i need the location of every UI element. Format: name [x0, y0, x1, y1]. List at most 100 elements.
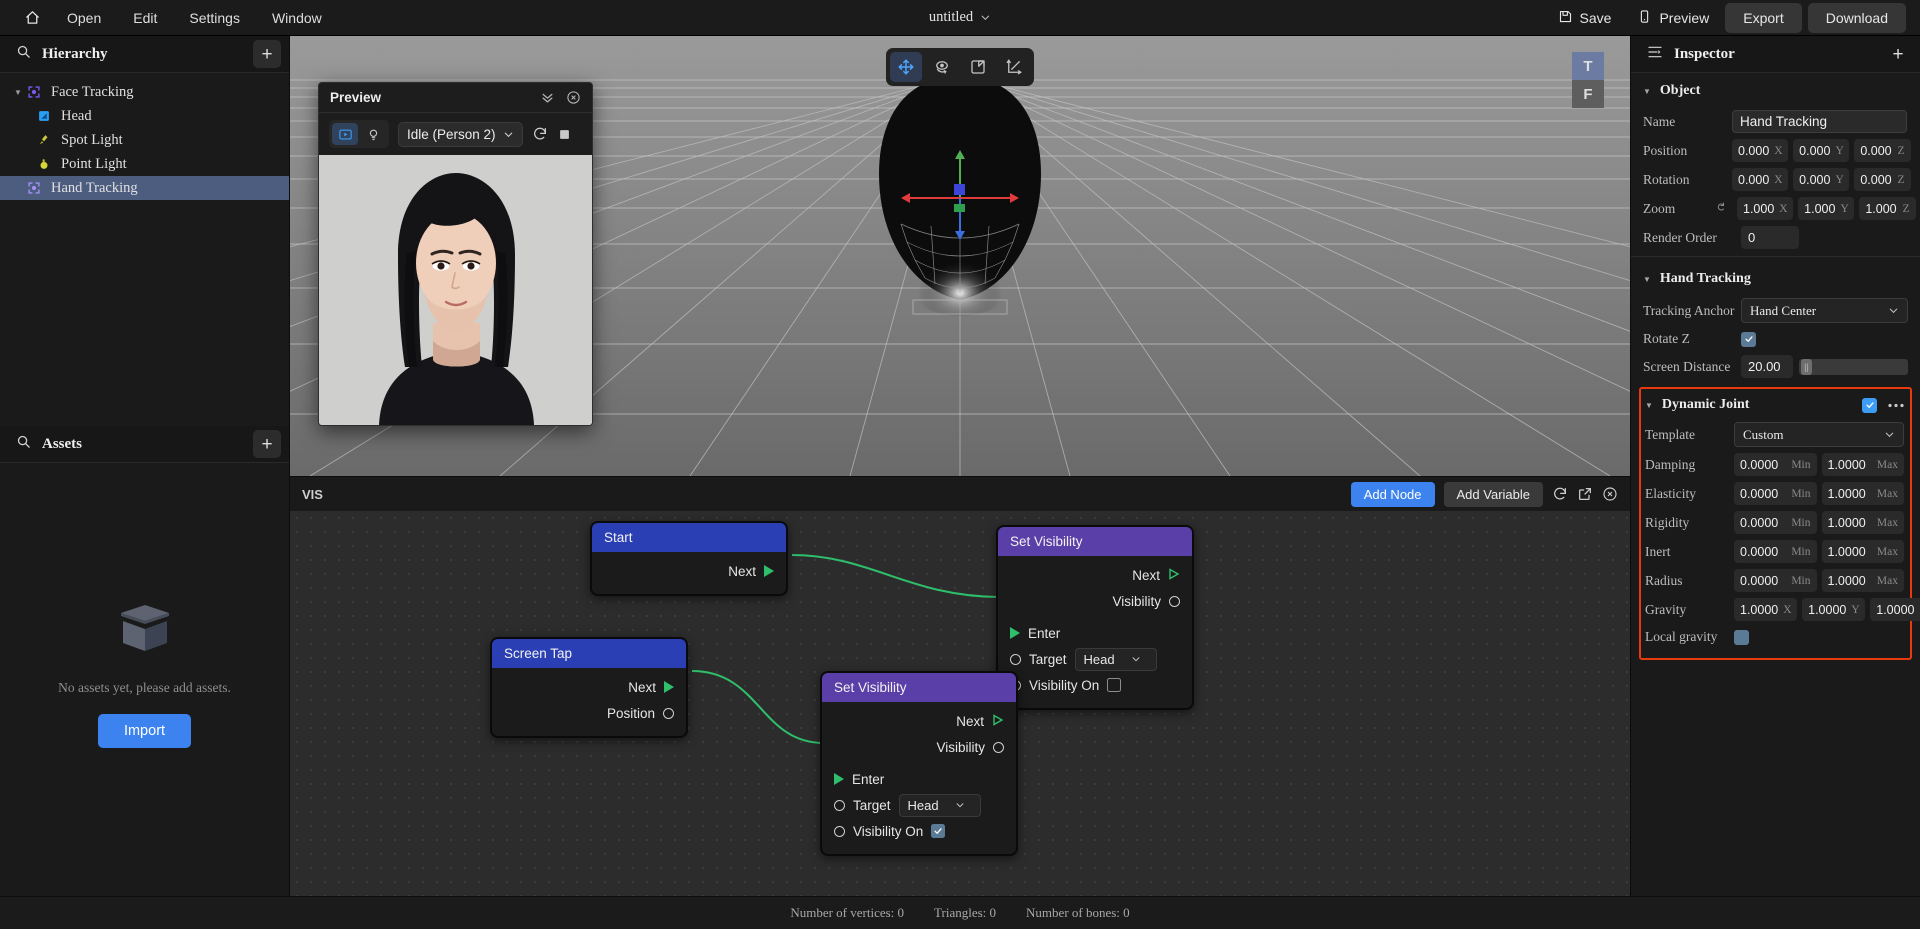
stop-icon[interactable]: [557, 127, 572, 142]
menu-open[interactable]: Open: [51, 4, 117, 32]
gravity-y-input[interactable]: 1.0000 Y: [1802, 598, 1866, 621]
triangle-hollow-port-icon[interactable]: [1168, 567, 1180, 583]
node-visibility-checkbox[interactable]: [1107, 678, 1122, 692]
search-icon[interactable]: [16, 434, 31, 454]
screen-distance-slider[interactable]: ||: [1799, 358, 1908, 375]
preview-stage[interactable]: [319, 155, 592, 425]
close-circle-icon[interactable]: [1602, 486, 1618, 502]
dynamic-joint-enable-checkbox[interactable]: [1862, 397, 1877, 413]
node-output-next[interactable]: Next: [492, 674, 686, 700]
section-hand-tracking[interactable]: ▼ Hand Tracking: [1631, 261, 1920, 295]
elasticity-min-input[interactable]: 0.0000 Min: [1734, 482, 1817, 505]
node-output-next[interactable]: Next: [998, 562, 1192, 588]
popout-icon[interactable]: [1577, 486, 1593, 502]
preview-panel[interactable]: Preview Idle (Person 2): [318, 82, 593, 426]
name-input[interactable]: Hand Tracking: [1732, 110, 1907, 133]
download-button[interactable]: Download: [1807, 2, 1906, 33]
node-visibility-checkbox[interactable]: [931, 824, 946, 838]
menu-settings[interactable]: Settings: [173, 4, 256, 32]
triangle-filled-port-icon[interactable]: [664, 681, 674, 693]
radius-min-input[interactable]: 0.0000 Min: [1734, 569, 1817, 592]
hierarchy-item-head[interactable]: Head: [0, 104, 289, 128]
section-object[interactable]: ▼ Object: [1631, 73, 1920, 107]
inert-min-input[interactable]: 0.0000 Min: [1734, 540, 1817, 563]
hierarchy-item-point-light[interactable]: Point Light: [0, 152, 289, 176]
position-z-input[interactable]: 0.000 Z: [1854, 139, 1911, 162]
template-select[interactable]: Custom: [1734, 422, 1904, 447]
axis-gizmo-bottom[interactable]: F: [1572, 80, 1604, 108]
tracking-anchor-select[interactable]: Hand Center: [1741, 298, 1908, 323]
video-preview-icon[interactable]: [332, 123, 358, 145]
triangle-filled-port-icon[interactable]: [1010, 627, 1020, 639]
node-output-position[interactable]: Position: [492, 700, 686, 726]
circle-port-icon[interactable]: [834, 799, 845, 811]
rigidity-min-input[interactable]: 0.0000 Min: [1734, 511, 1817, 534]
more-horizontal-icon[interactable]: [1888, 397, 1904, 413]
node-input-target[interactable]: Target Head: [998, 646, 1192, 672]
move-tool[interactable]: [890, 52, 922, 82]
node-input-enter[interactable]: Enter: [998, 620, 1192, 646]
slider-knob[interactable]: ||: [1801, 358, 1812, 375]
add-node-button[interactable]: Add Node: [1350, 481, 1435, 507]
preview-button[interactable]: Preview: [1627, 3, 1719, 33]
node-input-target[interactable]: Target Head: [822, 792, 1016, 818]
zoom-y-input[interactable]: 1.000 Y: [1798, 197, 1855, 220]
triangle-hollow-port-icon[interactable]: [992, 713, 1004, 729]
import-button[interactable]: Import: [97, 714, 192, 748]
node-input-visibility-on[interactable]: Visibility On: [998, 672, 1192, 698]
elasticity-max-input[interactable]: 1.0000 Max: [1821, 482, 1904, 505]
menu-edit[interactable]: Edit: [117, 4, 173, 32]
close-circle-icon[interactable]: [566, 90, 581, 105]
add-variable-button[interactable]: Add Variable: [1443, 481, 1543, 507]
node-output-visibility[interactable]: Visibility: [822, 734, 1016, 760]
hierarchy-item-spot-light[interactable]: Spot Light: [0, 128, 289, 152]
node-output-next[interactable]: Next: [822, 708, 1016, 734]
radius-max-input[interactable]: 1.0000 Max: [1821, 569, 1904, 592]
zoom-z-input[interactable]: 1.000 Z: [1859, 197, 1916, 220]
triangle-filled-port-icon[interactable]: [834, 773, 844, 785]
hierarchy-item-face-tracking[interactable]: ▼ Face Tracking: [0, 80, 289, 104]
hierarchy-add-button[interactable]: +: [253, 40, 281, 68]
node-set-visibility-2[interactable]: Set Visibility Next Visibility Enter Tar…: [820, 671, 1018, 856]
local-gravity-checkbox[interactable]: [1734, 629, 1749, 645]
caret-down-icon[interactable]: ▼: [1643, 87, 1651, 96]
screen-distance-input[interactable]: 20.00: [1741, 355, 1793, 378]
rotation-y-input[interactable]: 0.000 Y: [1793, 168, 1850, 191]
preview-scene-select[interactable]: Idle (Person 2): [398, 121, 523, 147]
node-start[interactable]: Start Next: [590, 521, 788, 596]
node-set-visibility-1[interactable]: Set Visibility Next Visibility Enter Tar…: [996, 525, 1194, 710]
damping-max-input[interactable]: 1.0000 Max: [1821, 453, 1904, 476]
node-input-visibility-on[interactable]: Visibility On: [822, 818, 1016, 844]
axis-gizmo[interactable]: T F: [1572, 52, 1604, 108]
scale-tool[interactable]: [962, 52, 994, 82]
document-title-dropdown[interactable]: untitled: [929, 9, 991, 26]
node-output-visibility[interactable]: Visibility: [998, 588, 1192, 614]
refresh-icon[interactable]: [1552, 486, 1568, 502]
transform-tool[interactable]: [998, 52, 1030, 82]
circle-port-icon[interactable]: [1169, 595, 1180, 607]
zoom-x-input[interactable]: 1.000 X: [1737, 197, 1794, 220]
node-screen-tap[interactable]: Screen Tap Next Position: [490, 637, 688, 738]
node-graph-canvas[interactable]: Start Next Screen Tap Next Position Set …: [290, 511, 1630, 896]
node-output-next[interactable]: Next: [592, 558, 786, 584]
rotate-tool[interactable]: [926, 52, 958, 82]
link-reset-icon[interactable]: [1715, 201, 1727, 216]
gravity-z-input[interactable]: 1.0000 Z: [1870, 598, 1920, 621]
node-target-select[interactable]: Head: [898, 793, 981, 817]
inert-max-input[interactable]: 1.0000 Max: [1821, 540, 1904, 563]
caret-down-icon[interactable]: ▼: [1645, 401, 1653, 410]
node-target-select[interactable]: Head: [1074, 647, 1157, 671]
rotation-z-input[interactable]: 0.000 Z: [1854, 168, 1911, 191]
inspector-add-button[interactable]: +: [1884, 40, 1912, 68]
circle-port-icon[interactable]: [1010, 653, 1021, 665]
node-input-enter[interactable]: Enter: [822, 766, 1016, 792]
save-button[interactable]: Save: [1548, 3, 1622, 33]
home-icon[interactable]: [14, 5, 51, 30]
rotate-z-checkbox[interactable]: [1741, 331, 1756, 347]
gravity-x-input[interactable]: 1.0000 X: [1734, 598, 1798, 621]
export-button[interactable]: Export: [1725, 2, 1802, 33]
chevron-double-down-icon[interactable]: [540, 90, 555, 105]
damping-min-input[interactable]: 0.0000 Min: [1734, 453, 1817, 476]
rigidity-max-input[interactable]: 1.0000 Max: [1821, 511, 1904, 534]
triangle-filled-port-icon[interactable]: [764, 565, 774, 577]
